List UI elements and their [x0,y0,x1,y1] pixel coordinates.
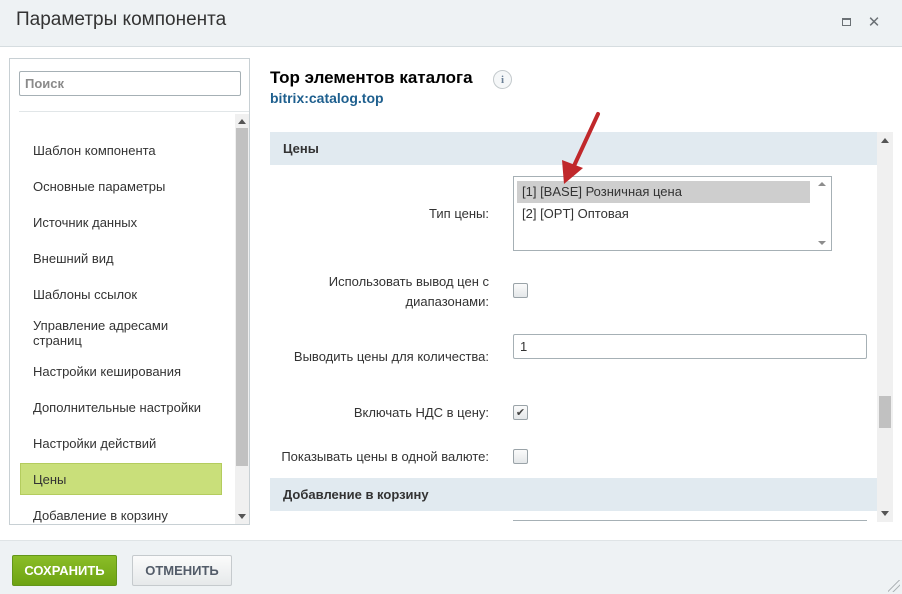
sidebar-item-data-source[interactable]: Источник данных [20,215,222,230]
component-title: Top элементов каталога [270,68,473,87]
resize-handle-icon[interactable] [888,580,900,592]
scroll-down-icon[interactable] [238,514,246,519]
scroll-up-icon[interactable] [881,138,889,143]
section-prices-header[interactable]: Цены [270,132,877,165]
sidebar-item-url-management[interactable]: Управление адресами страниц [20,318,190,348]
price-type-select[interactable]: [1] [BASE] Розничная цена [2] [OPT] Опто… [513,176,832,251]
scroll-up-icon[interactable] [818,182,826,186]
sidebar-item-main-params[interactable]: Основные параметры [20,179,222,194]
price-quantity-input[interactable] [513,334,867,359]
info-icon[interactable]: i [493,70,512,89]
sidebar: Шаблон компонента Основные параметры Ист… [9,58,250,525]
scroll-down-icon[interactable] [881,511,889,516]
close-icon[interactable]: ✕ [866,14,882,31]
sidebar-item-caching[interactable]: Настройки кеширования [20,364,222,379]
sidebar-item-basket[interactable]: Добавление в корзину [20,508,222,523]
sidebar-item-prices[interactable]: Цены [20,463,222,495]
include-vat-checkbox[interactable]: ✔ [513,405,528,420]
dialog-title: Параметры компонента [16,9,227,30]
basket-field[interactable] [513,520,867,522]
price-type-option[interactable]: [1] [BASE] Розничная цена [517,181,810,203]
scroll-up-icon[interactable] [238,119,246,124]
scrollbar-thumb[interactable] [236,128,248,466]
include-vat-label: Включать НДС в цену: [353,405,489,420]
save-button[interactable]: СОХРАНИТЬ [12,555,117,586]
checkmark-icon: ✔ [515,407,526,419]
sidebar-divider [19,111,249,112]
dialog-titlebar: Параметры компонента ✕ [0,0,902,47]
sidebar-item-appearance[interactable]: Внешний вид [20,251,222,266]
component-code: bitrix:catalog.top [270,90,384,106]
sidebar-item-additional[interactable]: Дополнительные настройки [20,400,222,415]
scroll-down-icon[interactable] [818,241,826,245]
dialog-footer: СОХРАНИТЬ ОТМЕНИТЬ [0,540,902,594]
sidebar-item-actions[interactable]: Настройки действий [20,436,222,451]
sidebar-scrollbar[interactable] [235,114,249,524]
scrollbar-thumb[interactable] [879,396,891,428]
price-type-option[interactable]: [2] [OPT] Оптовая [517,203,810,225]
one-currency-checkbox[interactable] [513,449,528,464]
sidebar-item-link-templates[interactable]: Шаблоны ссылок [20,287,222,302]
content-scrollbar[interactable] [877,132,893,522]
price-quantity-label: Выводить цены для количества: [293,349,489,364]
listbox-scrollbar[interactable] [814,177,831,250]
use-ranges-checkbox[interactable] [513,283,528,298]
one-currency-label: Показывать цены в одной валюте: [281,449,489,464]
section-basket-header[interactable]: Добавление в корзину [270,478,877,511]
use-ranges-label: Использовать вывод цен с диапазонами: [328,274,489,309]
settings-panel: Цены Тип цены: [1] [BASE] Розничная цена… [270,132,893,522]
maximize-icon[interactable] [838,14,854,30]
cancel-button[interactable]: ОТМЕНИТЬ [132,555,232,586]
sidebar-item-template[interactable]: Шаблон компонента [20,143,222,158]
price-type-label: Тип цены: [429,206,489,221]
search-input[interactable] [19,71,241,96]
